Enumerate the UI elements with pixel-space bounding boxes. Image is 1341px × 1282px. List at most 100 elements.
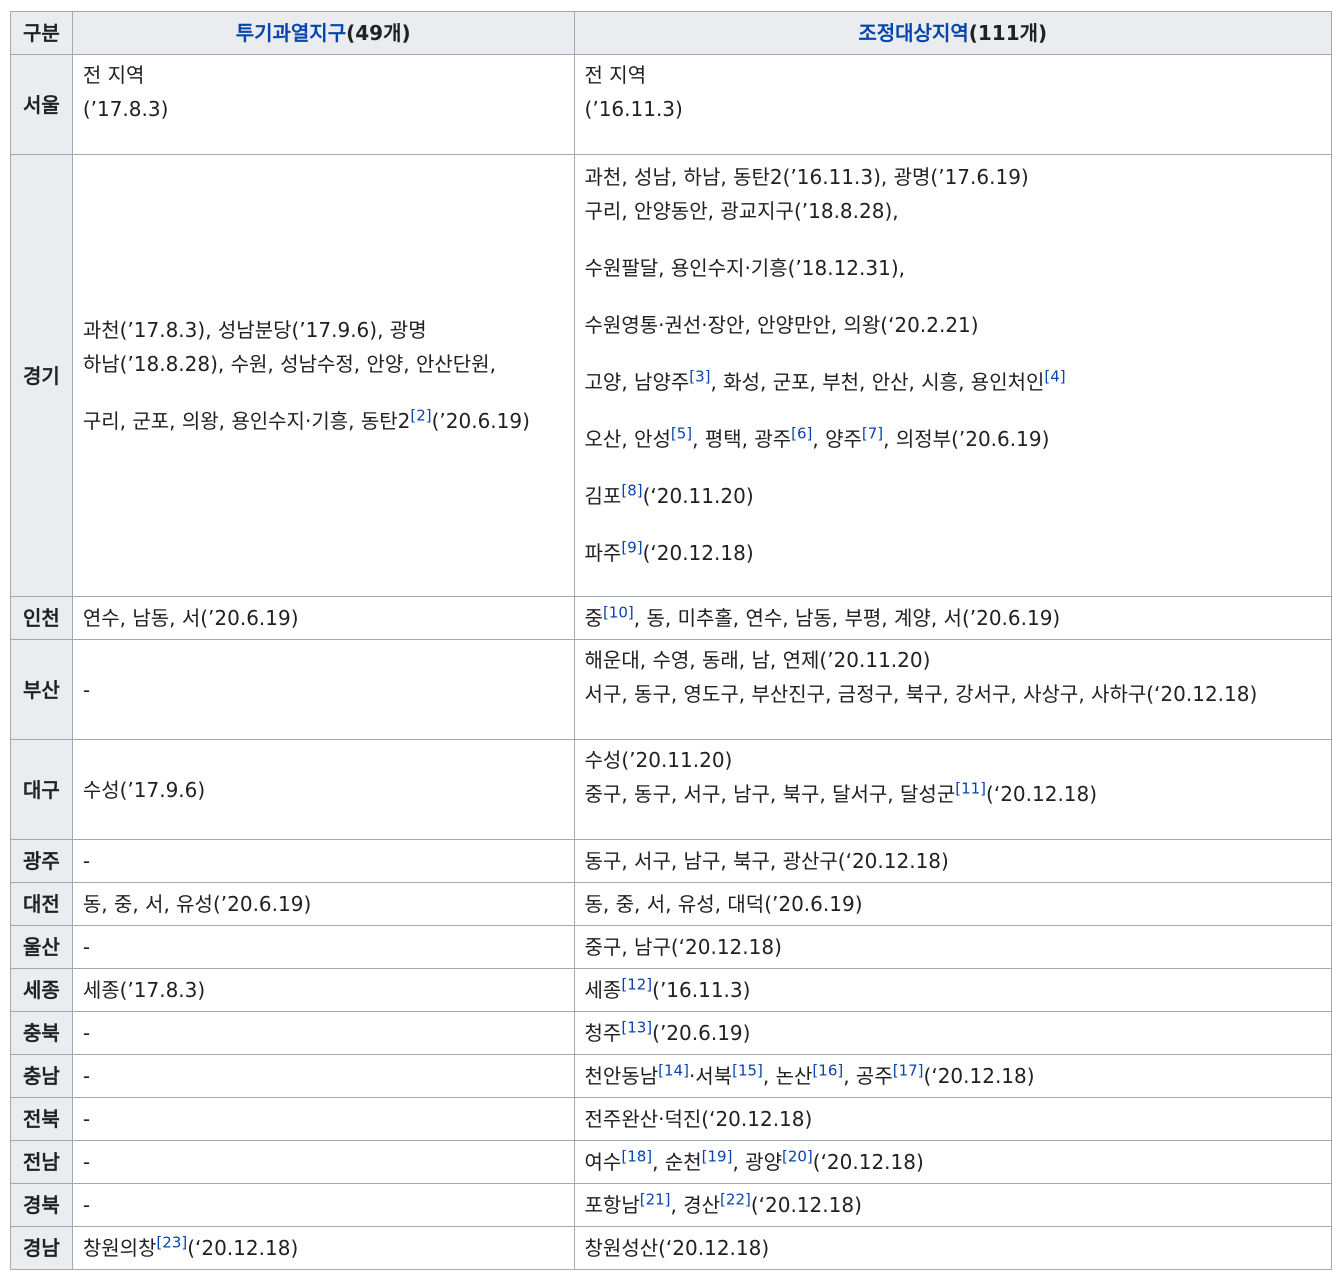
speculative-zone-link[interactable]: 투기과열지구 bbox=[236, 21, 346, 45]
cell-text: (’16.11.3) bbox=[652, 978, 751, 1002]
cell-text: 수원영통·권선·장안, 안양만안, 의왕(‘20.2.21) bbox=[584, 313, 979, 337]
region-header: 경남 bbox=[10, 1226, 73, 1270]
speculative-zone-cell: - bbox=[71, 1011, 575, 1055]
cell-text: 오산, 안성 bbox=[584, 427, 671, 451]
cell-line: 전 지역 bbox=[83, 58, 564, 92]
footnote-ref-link[interactable]: [11] bbox=[955, 779, 986, 797]
region-header: 전남 bbox=[10, 1140, 73, 1184]
cell-text: ·서북 bbox=[688, 1064, 733, 1088]
cell-line: 연수, 남동, 서(’20.6.19) bbox=[83, 601, 564, 635]
cell-line: 천안동남[14]·서북[15], 논산[16], 공주[17](‘20.12.1… bbox=[585, 1059, 1321, 1093]
footnote-ref-link[interactable]: [19] bbox=[702, 1147, 733, 1165]
cell-line: 해운대, 수영, 동래, 남, 연제(’20.11.20) bbox=[585, 643, 1321, 677]
cell-text: - bbox=[82, 849, 91, 873]
footnote-ref-link[interactable]: [2] bbox=[410, 406, 431, 424]
regulated-areas-table: 구분 투기과열지구(49개) 조정대상지역(111개) 서울 전 지역 (’17.8… bbox=[10, 11, 1333, 1270]
footnote-ref-link[interactable]: [12] bbox=[621, 975, 652, 993]
cell-text: (‘20.12.18) bbox=[642, 541, 754, 565]
speculative-zone-cell: 연수, 남동, 서(’20.6.19) bbox=[71, 596, 575, 640]
footnote-ref-link[interactable]: [4] bbox=[1044, 367, 1065, 385]
cell-text: 김포 bbox=[584, 484, 622, 508]
cell-line: 창원성산(‘20.12.18) bbox=[585, 1231, 1321, 1265]
adjustment-area-cell: 전 지역 (’16.11.3) bbox=[573, 54, 1333, 155]
region-header: 전북 bbox=[10, 1097, 73, 1141]
cell-text: (’20.6.19) bbox=[652, 1021, 751, 1045]
cell-line: 중구, 동구, 서구, 남구, 북구, 달서구, 달성군[11](‘20.12.… bbox=[585, 777, 1321, 811]
cell-text: (’16.11.3) bbox=[584, 97, 683, 121]
region-header: 인천 bbox=[10, 596, 73, 640]
table-row: 경북 - 포항남[21], 경산[22](‘20.12.18) bbox=[10, 1183, 1333, 1227]
region-header: 광주 bbox=[10, 839, 73, 883]
table-row: 대전 동, 중, 서, 유성(’20.6.19) 동, 중, 서, 유성, 대덕(’… bbox=[10, 882, 1333, 926]
footnote-ref-link[interactable]: [13] bbox=[621, 1018, 652, 1036]
cell-text: , 양주 bbox=[812, 427, 862, 451]
footnote-ref-link[interactable]: [10] bbox=[603, 603, 634, 621]
cell-text: - bbox=[82, 1193, 91, 1217]
footnote-ref-link[interactable]: [3] bbox=[689, 367, 710, 385]
cell-line: 중[10], 동, 미추홀, 연수, 남동, 부평, 계양, 서(’20.6.1… bbox=[585, 601, 1321, 635]
table-row: 충남 - 천안동남[14]·서북[15], 논산[16], 공주[17](‘20.1… bbox=[10, 1054, 1333, 1098]
speculative-zone-cell: - bbox=[71, 1140, 575, 1184]
footnote-ref-link[interactable]: [8] bbox=[621, 481, 642, 499]
table-row: 전북 - 전주완산·덕진(‘20.12.18) bbox=[10, 1097, 1333, 1141]
speculative-zone-cell: - bbox=[71, 1054, 575, 1098]
adjustment-area-cell: 창원성산(‘20.12.18) bbox=[573, 1226, 1333, 1270]
cell-line: - bbox=[83, 673, 564, 707]
cell-line: 수성(’17.9.6) bbox=[83, 773, 564, 807]
cell-line: 김포[8](‘20.11.20) bbox=[585, 479, 1321, 513]
footnote-ref-link[interactable]: [7] bbox=[862, 424, 883, 442]
speculative-zone-count: (49개) bbox=[346, 21, 411, 45]
cell-line: 오산, 안성[5], 평택, 광주[6], 양주[7], 의정부(’20.6.1… bbox=[585, 422, 1321, 456]
table-row: 전남 - 여수[18], 순천[19], 광양[20](‘20.12.18) bbox=[10, 1140, 1333, 1184]
footnote-ref-link[interactable]: [5] bbox=[671, 424, 692, 442]
speculative-zone-cell: 전 지역 (’17.8.3) bbox=[71, 54, 575, 155]
cell-line: - bbox=[83, 1145, 564, 1179]
cell-line: 세종(’17.8.3) bbox=[83, 973, 564, 1007]
footnote-ref-link[interactable]: [15] bbox=[732, 1061, 763, 1079]
speculative-zone-cell: - bbox=[71, 1183, 575, 1227]
cell-text: 창원성산(‘20.12.18) bbox=[584, 1236, 770, 1260]
cell-text: 전주완산·덕진(‘20.12.18) bbox=[584, 1107, 813, 1131]
cell-text: 고양, 남양주 bbox=[584, 370, 690, 394]
adjustment-area-link[interactable]: 조정대상지역 bbox=[858, 21, 968, 45]
footnote-ref-link[interactable]: [22] bbox=[720, 1190, 751, 1208]
cell-text: 해운대, 수영, 동래, 남, 연제(’20.11.20) bbox=[584, 648, 931, 672]
adjustment-area-cell: 천안동남[14]·서북[15], 논산[16], 공주[17](‘20.12.1… bbox=[573, 1054, 1333, 1098]
cell-text: 동, 중, 서, 유성(’20.6.19) bbox=[82, 892, 312, 916]
cell-text: , 동, 미추홀, 연수, 남동, 부평, 계양, 서(’20.6.19) bbox=[633, 606, 1061, 630]
footnote-ref-link[interactable]: [9] bbox=[621, 538, 642, 556]
cell-text: 중 bbox=[584, 606, 603, 630]
cell-line: 수성(’20.11.20) bbox=[585, 743, 1321, 777]
footnote-ref-link[interactable]: [18] bbox=[621, 1147, 652, 1165]
adjustment-area-cell: 동구, 서구, 남구, 북구, 광산구(‘20.12.18) bbox=[573, 839, 1333, 883]
footnote-ref-link[interactable]: [23] bbox=[156, 1233, 187, 1251]
cell-text: 수성(’20.11.20) bbox=[584, 748, 733, 772]
cell-text: , 광양 bbox=[732, 1150, 782, 1174]
footnote-ref-link[interactable]: [21] bbox=[640, 1190, 671, 1208]
cell-text: 중구, 동구, 서구, 남구, 북구, 달서구, 달성군 bbox=[584, 782, 956, 806]
cell-text: , 공주 bbox=[843, 1064, 893, 1088]
adjustment-area-count: (111개) bbox=[968, 21, 1048, 45]
table-body: 서울 전 지역 (’17.8.3) 전 지역 (’16.11.3) 경기 과천(’17.8.… bbox=[10, 54, 1333, 1270]
speculative-zone-cell: - bbox=[71, 1097, 575, 1141]
cell-line: - bbox=[83, 930, 564, 964]
cell-line: 구리, 안양동안, 광교지구(’18.8.28), bbox=[585, 194, 1321, 228]
footnote-ref-link[interactable]: [17] bbox=[893, 1061, 924, 1079]
region-header: 대구 bbox=[10, 739, 73, 840]
cell-text: 청주 bbox=[584, 1021, 622, 1045]
footnote-ref-link[interactable]: [20] bbox=[782, 1147, 813, 1165]
header-speculative-zone: 투기과열지구(49개) bbox=[71, 11, 575, 55]
cell-text: 여수 bbox=[584, 1150, 622, 1174]
adjustment-area-cell: 세종[12](’16.11.3) bbox=[573, 968, 1333, 1012]
footnote-ref-link[interactable]: [16] bbox=[812, 1061, 843, 1079]
footnote-ref-link[interactable]: [14] bbox=[658, 1061, 689, 1079]
footnote-ref-link[interactable]: [6] bbox=[791, 424, 812, 442]
region-header: 세종 bbox=[10, 968, 73, 1012]
cell-line: 청주[13](’20.6.19) bbox=[585, 1016, 1321, 1050]
cell-line: 파주[9](‘20.12.18) bbox=[585, 536, 1321, 570]
header-adjustment-area: 조정대상지역(111개) bbox=[573, 11, 1333, 55]
table-row: 부산 - 해운대, 수영, 동래, 남, 연제(’20.11.20) 서구, 동구, … bbox=[10, 639, 1333, 740]
cell-text: , 경산 bbox=[670, 1193, 721, 1217]
